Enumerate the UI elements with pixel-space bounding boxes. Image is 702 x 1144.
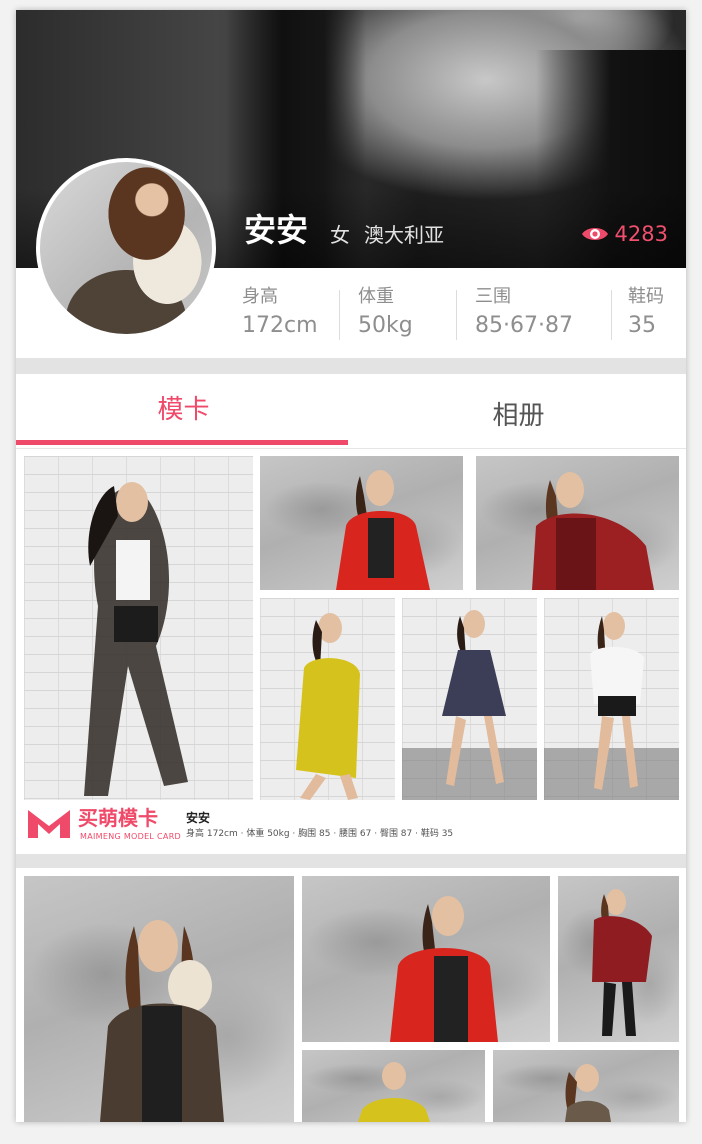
card-photo[interactable]: [260, 598, 395, 800]
stat-label: 身高: [242, 286, 278, 307]
card-photo-main[interactable]: [24, 456, 253, 800]
card-photo-main[interactable]: [24, 876, 294, 1122]
profile-country: 澳大利亚: [364, 223, 444, 247]
tab-album[interactable]: 相册: [351, 374, 686, 448]
view-count: 4283: [581, 220, 668, 248]
tab-bar: 模卡 相册: [16, 374, 686, 449]
section-divider: [16, 358, 686, 374]
card-photo[interactable]: [544, 598, 679, 800]
model-figure-icon: [84, 482, 188, 796]
stat-divider: [611, 290, 612, 340]
stat-weight: 体重 50kg: [358, 284, 413, 348]
card-photo[interactable]: [558, 876, 679, 1042]
stat-value: 85·67·87: [475, 313, 573, 338]
eye-icon: [581, 228, 608, 240]
stat-value: 50kg: [358, 313, 413, 338]
view-count-value: 4283: [614, 222, 668, 246]
app-screen: 安安 女 澳大利亚 4283 身高 172cm 体重 50kg 三围 85·67…: [16, 10, 686, 1122]
brand-name: 买萌模卡: [78, 806, 158, 830]
avatar[interactable]: [36, 158, 216, 338]
profile-name: 安安: [244, 211, 309, 249]
stat-value: 35: [628, 313, 656, 338]
stat-height: 身高 172cm: [242, 284, 318, 348]
stats-row: 身高 172cm 体重 50kg 三围 85·67·87 鞋码 35: [226, 284, 686, 348]
stat-shoe-size: 鞋码 35: [628, 284, 664, 348]
stat-divider: [339, 290, 340, 340]
maimeng-logo-icon: [28, 810, 70, 838]
stat-measurements: 三围 85·67·87: [475, 284, 573, 348]
stat-value: 172cm: [242, 313, 318, 338]
stat-label: 三围: [475, 286, 511, 307]
tab-active-indicator: [16, 440, 348, 445]
tab-model-card[interactable]: 模卡: [16, 374, 351, 448]
card-model-name: 安安: [186, 811, 211, 825]
profile-gender: 女: [330, 223, 350, 247]
stat-divider: [456, 290, 457, 340]
card-photo[interactable]: [260, 456, 463, 590]
card-photo[interactable]: [476, 456, 679, 590]
card-stats-line: 身高 172cm · 体重 50kg · 胸围 85 · 腰围 67 · 臀围 …: [186, 829, 454, 839]
card-photo[interactable]: [302, 1050, 485, 1122]
card-photo[interactable]: [493, 1050, 679, 1122]
section-divider: [16, 854, 686, 868]
card-photo[interactable]: [402, 598, 537, 800]
card-photo[interactable]: [302, 876, 550, 1042]
stat-label: 体重: [358, 286, 394, 307]
stat-label: 鞋码: [628, 286, 664, 307]
brand-subtitle: MAIMENG MODEL CARD: [80, 832, 182, 841]
